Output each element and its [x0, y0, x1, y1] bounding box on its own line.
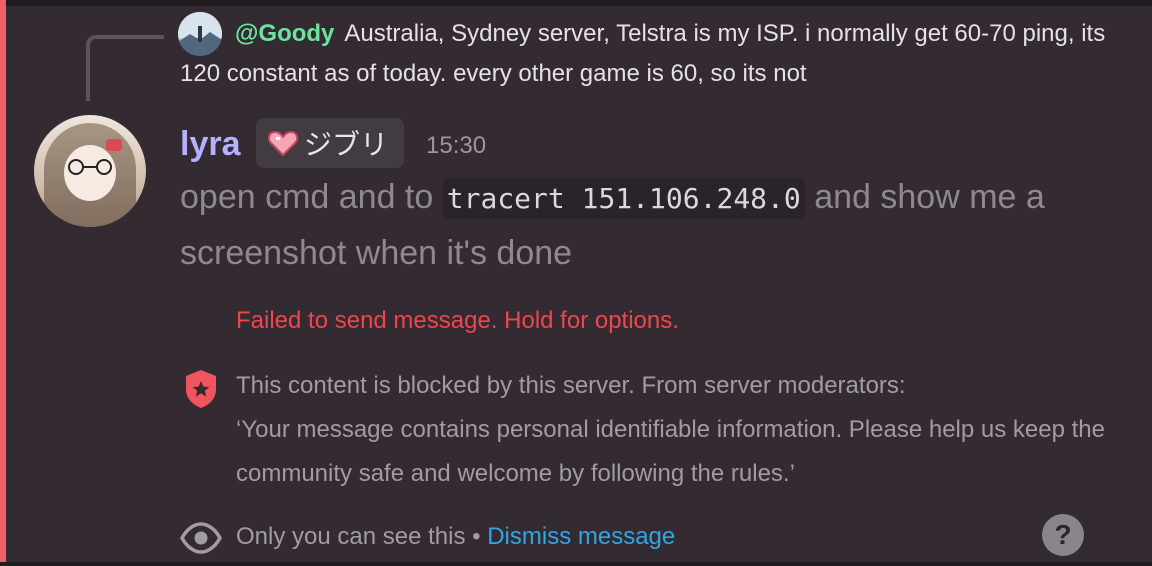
chat-message-view: @Goody Australia, Sydney server, Telstra … [0, 0, 1152, 566]
ephemeral-footer: Only you can see this • Dismiss message [236, 518, 675, 556]
dismiss-message-link[interactable]: Dismiss message [487, 523, 675, 550]
send-failed-notice[interactable]: Failed to send message. Hold for options… [236, 302, 679, 340]
username[interactable]: lyra [180, 122, 241, 166]
blocked-content-notice: This content is blocked by this server. … [236, 364, 1116, 496]
inline-code: tracert 151.106.248.0 [442, 178, 805, 219]
message-timestamp[interactable]: 15:30 [426, 130, 486, 162]
avatar-glasses [68, 159, 112, 175]
blocked-notice-reason: ‘Your message contains personal identifi… [236, 416, 1105, 487]
bottom-divider [0, 562, 1152, 566]
message-text-before: open cmd and to [180, 178, 443, 216]
error-highlight-bar [0, 0, 6, 566]
blocked-notice-line1: This content is blocked by this server. … [236, 372, 906, 399]
shield-star-icon [186, 370, 216, 408]
avatar-bow [106, 139, 122, 151]
avatar[interactable] [34, 115, 146, 227]
role-badge[interactable]: ジブリ [256, 118, 404, 168]
message-content: open cmd and to tracert 151.106.248.0 an… [180, 170, 1130, 280]
eye-icon [180, 522, 222, 554]
role-label: ジブリ [304, 128, 389, 161]
reply-preview[interactable]: @Goody Australia, Sydney server, Telstra … [180, 14, 1110, 94]
footer-separator: • [465, 523, 488, 550]
reply-connector [86, 35, 164, 101]
only-you-text: Only you can see this [236, 523, 466, 550]
question-icon[interactable]: ? [1042, 514, 1084, 556]
reply-mention[interactable]: @Goody [235, 20, 334, 47]
top-divider [0, 0, 1152, 6]
heart-icon [268, 130, 298, 156]
